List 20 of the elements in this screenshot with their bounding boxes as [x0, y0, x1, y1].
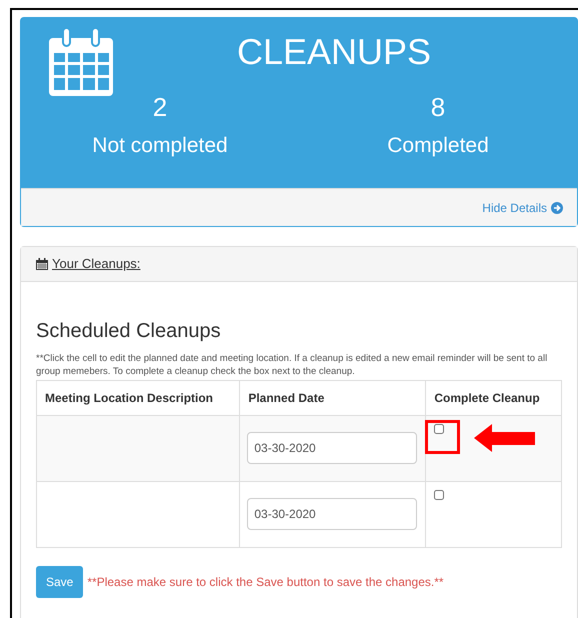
arrow-circle-icon [551, 202, 563, 214]
instructions-text: **Click the cell to edit the planned date and meeting location. If a cleanup is edited a new email reminder will be sent to all group memebers. To complete a cleanup check the box next to the cleanup. [36, 352, 548, 378]
planned-date-field[interactable]: 03-30-2020 [247, 432, 418, 464]
save-warning: **Please make sure to click the Save button to save the changes.** [87, 574, 444, 591]
stat-label: Completed [387, 133, 489, 159]
stat-value: 2 [152, 94, 168, 120]
section-title: Scheduled Cleanups [36, 319, 222, 344]
arrow-icon [474, 424, 536, 452]
calendar-icon [36, 258, 48, 270]
complete-checkbox[interactable] [434, 490, 444, 500]
your-cleanups-link[interactable]: Your Cleanups: [36, 254, 140, 274]
planned-date-field[interactable]: 03-30-2020 [247, 498, 418, 530]
stat-value: 8 [430, 94, 446, 120]
stat-label: Not completed [92, 133, 228, 159]
complete-checkbox[interactable] [434, 424, 444, 434]
column-header: Planned Date [240, 380, 426, 416]
column-header: Complete Cleanup [426, 380, 562, 416]
card-title: CLEANUPS [236, 34, 432, 70]
calendar-icon [49, 28, 113, 96]
column-header: Meeting Location Description [36, 380, 240, 416]
